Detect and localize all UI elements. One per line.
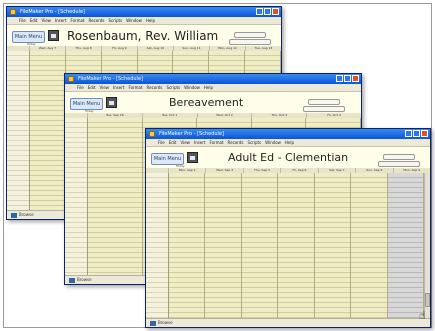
- menu-window[interactable]: Window: [184, 85, 200, 90]
- menu-help[interactable]: Help: [146, 18, 155, 23]
- schedule-title: Rosenbaum, Rev. William: [67, 29, 219, 43]
- calendar-icon[interactable]: [106, 97, 117, 108]
- menu-view[interactable]: View: [99, 85, 109, 90]
- time-column: [65, 118, 88, 275]
- close-icon[interactable]: [421, 130, 428, 137]
- close-icon[interactable]: [272, 8, 279, 15]
- schedule-header: Main Menu Bereavement Today Tue, Sep 26 …: [65, 92, 361, 119]
- view-day-week-button[interactable]: [383, 154, 415, 160]
- view-day-week-button[interactable]: [234, 32, 266, 38]
- filemaker-app-icon: [10, 9, 16, 15]
- maximize-icon[interactable]: [264, 8, 271, 15]
- window-title: FileMaker Pro - [Schedule]: [78, 76, 143, 82]
- view-calendar-button[interactable]: [303, 106, 345, 112]
- close-icon[interactable]: [352, 75, 359, 82]
- view-buttons[interactable]: [378, 154, 420, 167]
- vertical-scrollbar[interactable]: [424, 173, 430, 319]
- window-title: FileMaker Pro - [Schedule]: [159, 131, 224, 137]
- menu-edit[interactable]: Edit: [30, 18, 38, 23]
- view-day-week-button[interactable]: [308, 99, 340, 105]
- mouse-pointer-icon: ☝: [419, 309, 426, 322]
- minimize-icon[interactable]: [256, 8, 263, 15]
- menu-scripts[interactable]: Scripts: [108, 18, 122, 23]
- zoom-icon[interactable]: [150, 320, 156, 326]
- calendar-icon[interactable]: [187, 152, 198, 163]
- schedule-title: Adult Ed - Clementian: [228, 151, 349, 164]
- maximize-icon[interactable]: [413, 130, 420, 137]
- menu-edit[interactable]: Edit: [88, 85, 96, 90]
- schedule-grid[interactable]: [146, 173, 424, 318]
- menu-records[interactable]: Records: [147, 85, 163, 90]
- window-title-bar[interactable]: FileMaker Pro - [Schedule]: [65, 74, 361, 84]
- status-bar: Browse: [146, 318, 430, 327]
- minimize-icon[interactable]: [405, 130, 412, 137]
- window-title-bar[interactable]: FileMaker Pro - [Schedule]: [7, 7, 281, 17]
- time-column: [7, 51, 30, 210]
- menu-file[interactable]: File: [158, 140, 165, 145]
- menu-window[interactable]: Window: [265, 140, 281, 145]
- menu-help[interactable]: Help: [204, 85, 213, 90]
- menu-help[interactable]: Help: [285, 140, 294, 145]
- menu-scripts[interactable]: Scripts: [247, 140, 261, 145]
- maximize-icon[interactable]: [344, 75, 351, 82]
- menu-bar: File Edit View Insert Format Records Scripts Wi…: [146, 139, 430, 147]
- time-column: [146, 173, 169, 318]
- window-title: FileMaker Pro - [Schedule]: [20, 9, 85, 15]
- day-column[interactable]: [205, 173, 242, 318]
- menu-window[interactable]: Window: [126, 18, 142, 23]
- day-column[interactable]: [169, 173, 206, 318]
- menu-scripts[interactable]: Scripts: [166, 85, 180, 90]
- menu-bar: File Edit View Insert Format Records Scripts Wi…: [65, 84, 361, 92]
- menu-format[interactable]: Format: [128, 85, 142, 90]
- menu-records[interactable]: Records: [89, 18, 105, 23]
- view-calendar-button[interactable]: [229, 39, 271, 45]
- filemaker-app-icon: [68, 76, 74, 82]
- menu-insert[interactable]: Insert: [194, 140, 205, 145]
- menu-view[interactable]: View: [180, 140, 190, 145]
- schedule-title: Bereavement: [169, 96, 244, 109]
- day-column[interactable]: [351, 173, 388, 318]
- menu-insert[interactable]: Insert: [113, 85, 124, 90]
- view-buttons[interactable]: [303, 99, 345, 112]
- menu-bar: File Edit View Insert Format Records Scripts Wi…: [7, 17, 281, 25]
- schedule-header: Main Menu Rosenbaum, Rev. William Today …: [7, 25, 281, 52]
- minimize-icon[interactable]: [336, 75, 343, 82]
- status-mode: Browse: [77, 277, 92, 282]
- view-calendar-button[interactable]: [378, 161, 420, 167]
- menu-format[interactable]: Format: [70, 18, 84, 23]
- schedule-header: Main Menu Adult Ed - Clementian Today Mo…: [146, 147, 430, 174]
- status-mode: Browse: [19, 212, 34, 217]
- zoom-icon[interactable]: [11, 212, 17, 218]
- menu-format[interactable]: Format: [209, 140, 223, 145]
- menu-view[interactable]: View: [41, 18, 51, 23]
- calendar-icon[interactable]: [48, 30, 59, 41]
- menu-file[interactable]: File: [19, 18, 26, 23]
- menu-insert[interactable]: Insert: [55, 18, 66, 23]
- menu-edit[interactable]: Edit: [169, 140, 177, 145]
- menu-records[interactable]: Records: [228, 140, 244, 145]
- zoom-icon[interactable]: [69, 277, 75, 283]
- day-column[interactable]: [278, 173, 315, 318]
- menu-file[interactable]: File: [77, 85, 84, 90]
- schedule-window-adult-ed[interactable]: FileMaker Pro - [Schedule] File Edit View I…: [145, 128, 431, 328]
- day-column[interactable]: [387, 173, 424, 318]
- day-column[interactable]: [30, 51, 66, 210]
- window-title-bar[interactable]: FileMaker Pro - [Schedule]: [146, 129, 430, 139]
- view-buttons[interactable]: [229, 32, 271, 45]
- scrollbar-thumb[interactable]: [425, 293, 430, 307]
- status-mode: Browse: [158, 320, 173, 325]
- day-column[interactable]: [314, 173, 352, 318]
- filemaker-app-icon: [149, 131, 155, 137]
- day-column[interactable]: [241, 173, 279, 318]
- day-column[interactable]: [88, 118, 143, 275]
